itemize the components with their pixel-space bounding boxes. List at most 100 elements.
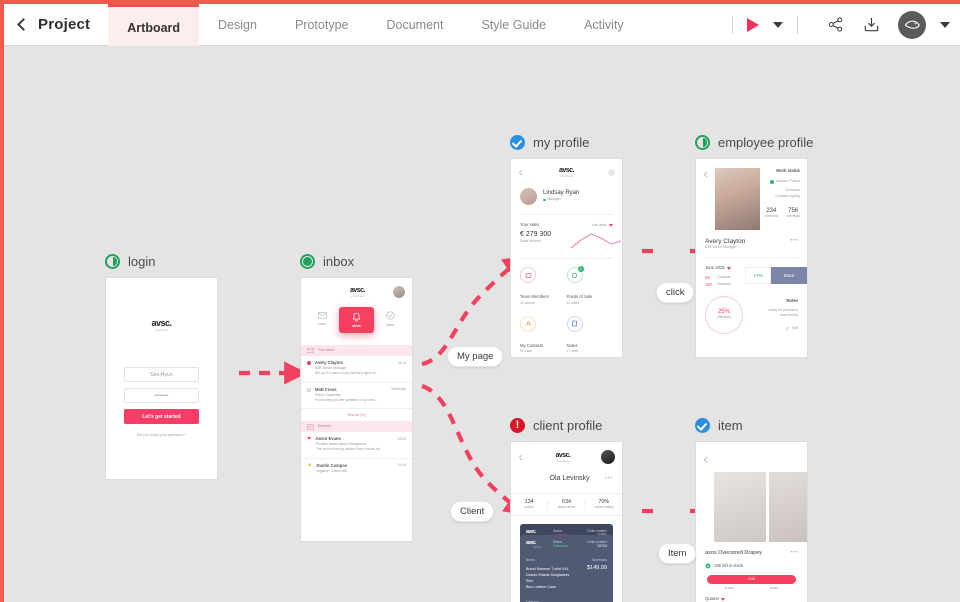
artboard-employee-profile[interactable]: Work status Warsaw, Poland Overseas Cont…	[695, 158, 808, 358]
artboard-canvas[interactable]: My page click Client Item login avsc. cl…	[4, 46, 960, 602]
chevron-left-icon	[16, 18, 30, 31]
check-circle-icon	[386, 311, 395, 321]
artboard-login[interactable]: avsc. clothes Seo-Hyun •••••••• Let's ge…	[105, 277, 218, 480]
inbox-tab-alerts[interactable]: alerts	[339, 307, 374, 333]
item-edit-button[interactable]: Edit	[707, 575, 796, 585]
item-filter-label[interactable]: Quarter	[705, 596, 719, 602]
node-employee-profile-label: employee profile	[718, 134, 814, 150]
login-logo-sub: clothes	[154, 328, 168, 332]
node-login[interactable]: login avsc. clothes Seo-Hyun •••••••• Le…	[105, 252, 218, 480]
login-forgot-link[interactable]: Did you forget your password ?	[106, 433, 217, 437]
tab-activity[interactable]: Activity	[565, 4, 643, 46]
artboard-item[interactable]: asos Oversized Drapey ••• 196 left in st…	[695, 441, 808, 602]
login-username-input[interactable]: Seo-Hyun	[124, 367, 199, 382]
tile-points-of-sale[interactable]: 3 Points of Sale 12 cities	[566, 266, 614, 305]
node-item[interactable]: item asos Oversized Drapey ••• 196 left …	[695, 416, 808, 602]
inbox-tab-tasks[interactable]: tasks	[374, 311, 407, 328]
arrow-left-icon[interactable]	[703, 171, 710, 178]
list-item[interactable]: Avery Clayton 19:14 B2B Senior Manager W…	[301, 356, 412, 383]
connector-label-client[interactable]: Client	[450, 501, 495, 522]
note-icon	[566, 315, 583, 332]
ellipsis-icon[interactable]: •••	[605, 476, 613, 482]
login-submit-button[interactable]: Let's get started	[124, 409, 199, 424]
tile-my-contacts[interactable]: My Contacts 91 base	[520, 315, 567, 354]
connector-label-click[interactable]: click	[656, 282, 695, 303]
node-inbox[interactable]: inbox avsc. clothes mails alerts tasks Y…	[300, 252, 413, 542]
account-chevron-down-icon[interactable]	[940, 21, 950, 28]
my-profile-sales-label: Your sales	[520, 222, 540, 227]
tile-team-members[interactable]: Team Members 11 people	[520, 267, 567, 305]
artboard-inbox[interactable]: avsc. clothes mails alerts tasks Your In…	[300, 277, 413, 542]
tile-notes[interactable]: Notes 17 draft	[566, 315, 614, 354]
toolbar-divider-2	[797, 15, 798, 34]
chevron-down-icon[interactable]	[609, 223, 613, 227]
item-image-alt[interactable]	[769, 472, 807, 542]
node-item-header: item	[695, 416, 808, 434]
order-card-logo-sub: clothes	[532, 546, 542, 550]
inbox-view-all-link[interactable]: View all (41)	[301, 409, 412, 421]
connector-label-item[interactable]: Item	[658, 543, 697, 564]
tab-document[interactable]: Document	[367, 4, 462, 46]
node-employee-profile[interactable]: employee profile Work status Warsaw, Pol…	[695, 133, 813, 358]
tile-sub: 17 draft	[566, 349, 579, 354]
back-button[interactable]	[4, 4, 38, 46]
employee-metric-label: Meetings	[717, 281, 731, 286]
client-stat: 634 views items	[548, 499, 586, 511]
client-logo: avsc. clothes	[525, 452, 601, 463]
order-number-value: 10724	[597, 544, 607, 549]
download-icon[interactable]	[858, 12, 884, 38]
ring-label: efficiency	[716, 315, 732, 320]
play-options-chevron-down-icon[interactable]	[773, 21, 783, 28]
share-icon[interactable]	[822, 12, 848, 38]
order-card-delivered[interactable]: avsc. clothes Status Delivered Order num…	[520, 535, 613, 602]
login-password-input[interactable]: ••••••••	[124, 388, 199, 403]
list-item[interactable]: Matt Cross Yesterday Press Copywriter I'…	[301, 383, 412, 410]
avatar[interactable]	[898, 10, 926, 39]
inbox-avatar[interactable]	[393, 286, 405, 298]
artboard-my-profile[interactable]: avsc. clothes Lindsay Ryan Manager Your …	[510, 158, 623, 358]
client-logo-sub: clothes	[556, 458, 570, 463]
ellipsis-icon[interactable]: •••	[790, 238, 798, 244]
employee-status-title: Work status	[776, 168, 800, 173]
connector-label-my-page[interactable]: My page	[447, 346, 504, 367]
employee-metric-value: 28	[705, 275, 710, 281]
inbox-item-role: negative: Cotton belt	[316, 468, 348, 473]
client-avatar[interactable]	[601, 450, 615, 464]
list-item[interactable]: ❤ Aaron Evans 12:34 Positive review abou…	[301, 432, 412, 459]
node-my-profile-label: my profile	[533, 134, 590, 150]
my-profile-period-label[interactable]: Last week	[592, 223, 607, 228]
employee-delta-badge: +7%	[745, 267, 771, 285]
chevron-down-icon[interactable]	[721, 598, 726, 602]
employee-stat-label: meetings	[786, 213, 800, 218]
item-meta-right: views	[769, 586, 778, 591]
location-icon: 3	[566, 266, 584, 284]
tab-design[interactable]: Design	[199, 4, 276, 46]
tab-artboard[interactable]: Artboard	[108, 3, 200, 46]
artboard-client-profile[interactable]: avsc. clothes Ola Levinsky ••• 134 order…	[510, 441, 623, 602]
ellipsis-icon[interactable]: •••	[790, 550, 798, 556]
chevron-down-icon[interactable]	[726, 266, 731, 270]
employee-edit-link[interactable]: Edit	[792, 326, 798, 331]
employee-more-button[interactable]: More	[771, 267, 807, 285]
tab-style-guide[interactable]: Style Guide	[462, 4, 565, 46]
node-client-profile[interactable]: client profile avsc. clothes Ola Levinsk…	[510, 416, 623, 602]
gear-icon[interactable]	[608, 169, 615, 176]
inbox-item-time: 11:06	[397, 463, 406, 468]
item-image-main[interactable]	[714, 472, 766, 542]
inbox-logo: avsc. clothes	[308, 287, 393, 298]
employee-notes-line2: save events	[779, 312, 798, 317]
client-name: Ola Levinsky	[549, 475, 590, 482]
node-client-profile-header: client profile	[510, 416, 623, 434]
employee-efficiency-ring: 25% efficiency	[705, 295, 743, 334]
arrow-left-icon[interactable]	[703, 456, 710, 463]
inbox-tab-mails[interactable]: mails	[306, 312, 339, 327]
play-icon[interactable]	[747, 17, 759, 32]
arrow-left-icon[interactable]	[518, 169, 525, 176]
arrow-left-icon[interactable]	[518, 453, 525, 461]
tab-prototype[interactable]: Prototype	[276, 4, 368, 46]
list-item[interactable]: ▲ Dustin Campos 11:06 negative: Cotton b…	[301, 459, 412, 479]
employee-period[interactable]: June 2018	[705, 265, 725, 271]
node-my-profile[interactable]: my profile avsc. clothes Lindsay Ryan Ma…	[510, 133, 623, 358]
unread-dot-icon	[307, 361, 311, 366]
employee-name: Avery Clayton	[705, 238, 746, 245]
